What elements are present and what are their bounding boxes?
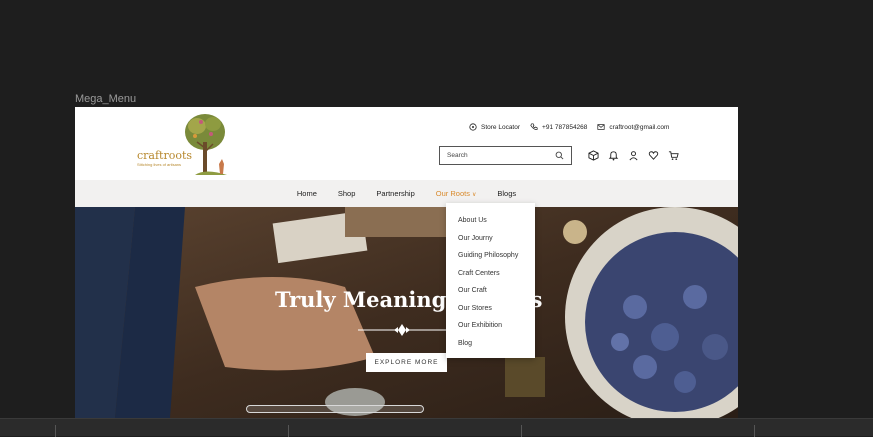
location-pin-icon bbox=[469, 123, 477, 131]
brand-tagline: Stitching lives of artisans bbox=[137, 162, 182, 167]
dropdown-item-our-stores[interactable]: Our Stores bbox=[446, 300, 535, 318]
bottom-divider bbox=[754, 425, 755, 437]
nav-item-partnership[interactable]: Partnership bbox=[376, 189, 414, 198]
hero-background-image bbox=[75, 207, 738, 418]
dropdown-item-our-journy[interactable]: Our Journy bbox=[446, 230, 535, 248]
search-placeholder: Search bbox=[447, 152, 468, 159]
dropdown-item-our-exhibition[interactable]: Our Exhibition bbox=[446, 317, 535, 335]
editor-bottom-bar bbox=[0, 418, 873, 437]
explore-more-button[interactable]: EXPLORE MORE bbox=[366, 353, 447, 372]
ornament-divider-icon bbox=[358, 324, 446, 336]
search-input[interactable]: Search bbox=[439, 146, 572, 165]
tree-logo-icon bbox=[185, 114, 227, 175]
dropdown-item-guiding-philosophy[interactable]: Guiding Philosophy bbox=[446, 247, 535, 265]
store-locator-link[interactable]: Store Locator bbox=[469, 123, 520, 131]
bottom-divider bbox=[288, 425, 289, 437]
mail-icon bbox=[597, 124, 605, 130]
nav-item-blogs[interactable]: Blogs bbox=[497, 189, 516, 198]
bottom-divider bbox=[521, 425, 522, 437]
search-icon[interactable] bbox=[555, 151, 564, 160]
frame-label: Mega_Menu bbox=[75, 93, 137, 105]
nav-item-shop[interactable]: Shop bbox=[338, 189, 356, 198]
phone-icon bbox=[530, 123, 538, 130]
dropdown-item-about-us[interactable]: About Us bbox=[446, 212, 535, 230]
contact-bar: Store Locator +91 787854268 craftroot@gm… bbox=[469, 123, 669, 131]
nav-item-home[interactable]: Home bbox=[297, 189, 317, 198]
our-roots-dropdown: About Us Our Journy Guiding Philosophy C… bbox=[446, 203, 535, 358]
heart-icon[interactable] bbox=[648, 150, 659, 161]
bottom-divider bbox=[55, 425, 56, 437]
dropdown-item-blog[interactable]: Blog bbox=[446, 335, 535, 353]
carousel-scrollbar[interactable] bbox=[246, 405, 424, 413]
dropdown-item-craft-centers[interactable]: Craft Centers bbox=[446, 265, 535, 283]
phone-number: +91 787854268 bbox=[542, 123, 588, 131]
header-icons bbox=[588, 150, 679, 161]
brand-name: craftroots bbox=[137, 149, 193, 162]
nav-item-our-roots[interactable]: Our Roots ∨ bbox=[436, 189, 477, 198]
chevron-down-icon: ∨ bbox=[471, 192, 477, 198]
logo[interactable] bbox=[135, 112, 235, 178]
hero-banner: Truly Meaningful Gifts EXPLORE MORE bbox=[75, 207, 738, 418]
main-nav: Home Shop Partnership Our Roots ∨ Blogs bbox=[75, 180, 738, 207]
box-icon[interactable] bbox=[588, 150, 599, 161]
email-link[interactable]: craftroot@gmail.com bbox=[597, 123, 669, 131]
bell-icon[interactable] bbox=[608, 150, 619, 161]
email-address: craftroot@gmail.com bbox=[609, 123, 670, 131]
user-icon[interactable] bbox=[628, 150, 639, 161]
nav-item-our-roots-label: Our Roots bbox=[435, 189, 470, 198]
store-locator-label: Store Locator bbox=[481, 123, 521, 131]
cart-icon[interactable] bbox=[668, 150, 679, 161]
dropdown-item-our-craft[interactable]: Our Craft bbox=[446, 282, 535, 300]
page-frame: craftroots Stitching lives of artisans S… bbox=[75, 107, 738, 418]
phone-link[interactable]: +91 787854268 bbox=[530, 123, 587, 131]
